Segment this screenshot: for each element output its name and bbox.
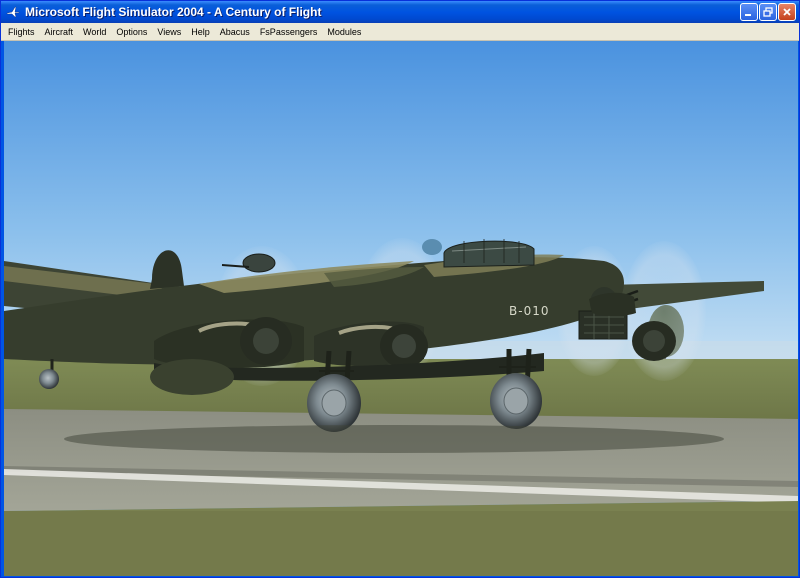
astrodome xyxy=(422,239,442,255)
menu-world[interactable]: World xyxy=(78,23,111,41)
menu-flights[interactable]: Flights xyxy=(3,23,40,41)
aircraft-shadow xyxy=(64,425,724,453)
minimize-icon xyxy=(745,14,751,16)
menu-help[interactable]: Help xyxy=(186,23,215,41)
cockpit-canopy xyxy=(443,240,535,268)
scene-render: B-010 xyxy=(4,41,798,576)
restore-icon xyxy=(763,7,773,17)
menu-options[interactable]: Options xyxy=(111,23,152,41)
restore-button[interactable] xyxy=(759,3,777,21)
menu-modules[interactable]: Modules xyxy=(322,23,366,41)
dorsal-turret xyxy=(242,253,276,273)
menu-bar: Flights Aircraft World Options Views Hel… xyxy=(1,23,799,41)
close-icon xyxy=(783,8,791,16)
close-button[interactable] xyxy=(778,3,796,21)
app-window: Microsoft Flight Simulator 2004 - A Cent… xyxy=(0,0,800,578)
menu-views[interactable]: Views xyxy=(152,23,186,41)
menu-fspassengers[interactable]: FsPassengers xyxy=(255,23,323,41)
menu-aircraft[interactable]: Aircraft xyxy=(40,23,79,41)
window-controls xyxy=(740,3,796,21)
simulator-viewport[interactable]: B-010 xyxy=(4,41,798,576)
window-title: Microsoft Flight Simulator 2004 - A Cent… xyxy=(25,5,322,19)
plane-app-icon xyxy=(5,4,21,20)
minimize-button[interactable] xyxy=(740,3,758,21)
aircraft-code: B-010 xyxy=(509,304,549,318)
tail-wheel xyxy=(39,369,59,389)
ventral-fairing xyxy=(150,359,234,395)
engine-nacelle xyxy=(589,292,636,316)
title-bar[interactable]: Microsoft Flight Simulator 2004 - A Cent… xyxy=(1,1,799,23)
menu-abacus[interactable]: Abacus xyxy=(215,23,255,41)
